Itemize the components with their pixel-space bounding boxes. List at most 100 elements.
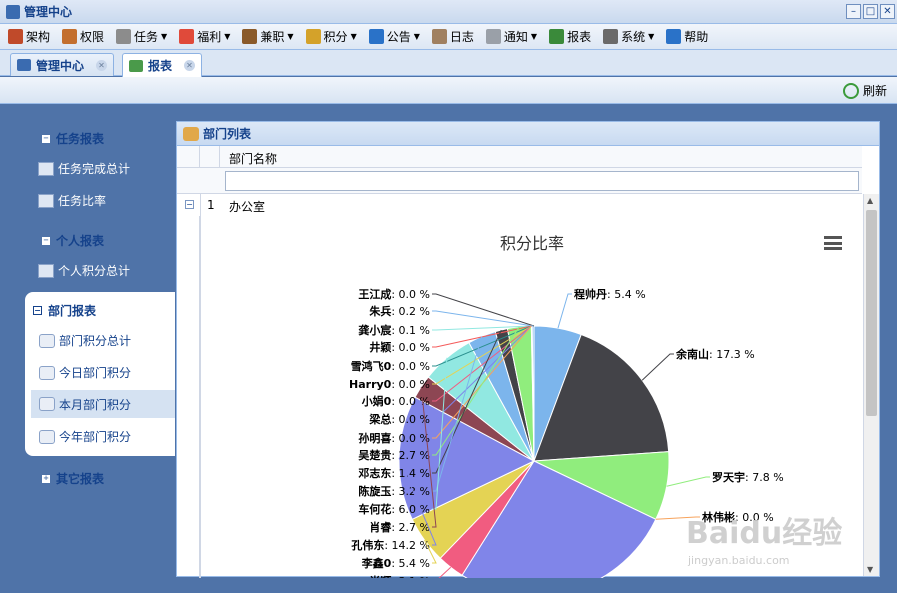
grid-filter-row — [177, 168, 862, 194]
menu-item-10[interactable]: 系统 ▼ — [603, 28, 654, 45]
vertical-scrollbar[interactable]: ▲ ▼ — [863, 194, 879, 576]
pie-data-label: Harry0: 0.0 % — [349, 378, 430, 391]
menu-item-6[interactable]: 公告 ▼ — [368, 28, 420, 45]
pie-data-label: 龚小宸: 0.1 % — [358, 323, 430, 337]
menu-icon — [62, 29, 78, 44]
chevron-down-icon: ▼ — [161, 32, 168, 41]
scrollbar-thumb[interactable] — [866, 210, 877, 416]
pie-data-label: 李鑫0: 5.4 % — [361, 556, 430, 570]
app-logo-icon — [6, 4, 20, 19]
pie-connector-line — [438, 566, 452, 578]
refresh-button[interactable]: 刷新 — [842, 82, 887, 99]
pie-data-label: 车何花: 6.0 % — [358, 502, 430, 516]
tab-close-icon[interactable]: ✕ — [184, 60, 196, 71]
scroll-up-icon[interactable]: ▲ — [867, 196, 873, 205]
tab-management-center[interactable]: 管理中心 ✕ — [10, 53, 115, 76]
main-menubar: 架构 权限 任务 ▼ 福利 ▼ 兼职 ▼ 积分 ▼ 公告 ▼ 日志 通知 ▼ 报表 系统 ▼ 帮助 — [0, 24, 897, 50]
maximize-button[interactable]: □ — [863, 4, 878, 19]
menu-label: 权限 — [80, 30, 105, 44]
grid-gutter — [177, 216, 200, 578]
menu-icon — [179, 29, 195, 44]
window-titlebar: 管理中心 – □ ✕ — [0, 0, 897, 24]
pie-data-label: 井颖: 0.0 % — [369, 340, 430, 354]
menu-label: 兼职 — [260, 30, 285, 44]
menu-label: 帮助 — [684, 30, 709, 44]
tab-label: 报表 — [148, 59, 173, 73]
menu-item-8[interactable]: 通知 ▼ — [485, 28, 537, 45]
user-icon — [38, 263, 54, 278]
column-header-dept-name[interactable]: 部门名称 — [229, 150, 277, 167]
dept-name-filter-input[interactable] — [225, 171, 859, 191]
pie-data-label: 朱兵: 0.2 % — [368, 304, 430, 318]
collapse-icon: − — [42, 134, 50, 143]
close-button[interactable]: ✕ — [880, 4, 895, 19]
refresh-icon — [842, 82, 859, 99]
baidu-watermark-url: jingyan.baidu.com — [688, 554, 790, 567]
pie-data-label: 陈旋玉: 3.2 % — [358, 484, 430, 498]
menu-item-2[interactable]: 任务 ▼ — [116, 28, 167, 45]
sidebar-section-personal[interactable]: − 个人报表 — [42, 232, 104, 249]
menu-item-3[interactable]: 福利 ▼ — [179, 28, 230, 45]
tab-label: 管理中心 — [36, 58, 85, 73]
menu-icon — [549, 29, 565, 44]
menu-label: 日志 — [449, 30, 474, 44]
chart-menu-icon[interactable] — [824, 236, 842, 250]
users-icon — [39, 397, 55, 411]
expand-icon: + — [42, 474, 50, 483]
window-icon — [38, 193, 54, 208]
chevron-down-icon: ▼ — [224, 32, 231, 41]
sidebar-item-dept-total[interactable]: 部门积分总计 — [39, 332, 169, 349]
menu-item-11[interactable]: 帮助 — [666, 28, 708, 45]
menu-item-5[interactable]: 积分 ▼ — [305, 28, 357, 45]
menu-label: 公告 — [386, 30, 411, 44]
chevron-down-icon: ▼ — [350, 32, 357, 41]
menu-item-7[interactable]: 日志 — [431, 28, 474, 45]
row-dept-name: 办公室 — [229, 200, 266, 214]
menu-item-9[interactable]: 报表 — [549, 28, 591, 45]
chevron-down-icon: ▼ — [413, 32, 420, 41]
sidebar-item-dept-today[interactable]: 今日部门积分 — [39, 364, 169, 381]
sidebar-item-dept-year[interactable]: 今年部门积分 — [39, 428, 169, 445]
sidebar-section-task[interactable]: − 任务报表 — [42, 130, 104, 147]
menu-label: 系统 — [621, 30, 646, 44]
sidebar-item-personal-total[interactable]: 个人积分总计 — [38, 262, 130, 279]
pie-data-label: 小娟0: 0.0 % — [361, 394, 430, 408]
pie-connector-line — [557, 293, 572, 329]
panel-header: 部门列表 — [177, 122, 879, 146]
pie-data-label: 余南山: 17.3 % — [675, 347, 755, 361]
sidebar-item-task-total[interactable]: 任务完成总计 — [38, 160, 130, 177]
pie-data-label: 邓志东: 1.4 % — [358, 466, 430, 480]
row-collapse-icon[interactable]: − — [185, 200, 194, 209]
menu-item-4[interactable]: 兼职 ▼ — [242, 28, 294, 45]
menu-item-0[interactable]: 架构 — [8, 28, 50, 45]
menu-icon — [666, 29, 682, 44]
sidebar-item-dept-month[interactable]: 本月部门积分 — [31, 390, 175, 418]
users-icon — [39, 429, 55, 444]
tab-close-icon[interactable]: ✕ — [96, 59, 108, 71]
menu-icon — [603, 29, 619, 44]
minimize-button[interactable]: – — [846, 4, 861, 19]
pie-data-label: 雪鸿飞0: 0.0 % — [351, 359, 430, 373]
pie-data-label: 吴楚贵: 2.7 % — [358, 448, 430, 462]
toolbar: 刷新 — [0, 77, 897, 104]
sidebar-section-dept[interactable]: − 部门报表 — [33, 302, 96, 319]
menu-icon — [368, 29, 384, 44]
sidebar-section-other[interactable]: + 其它报表 — [42, 470, 104, 487]
tab-reports[interactable]: 报表 ✕ — [122, 53, 203, 77]
department-icon — [183, 126, 199, 141]
menu-label: 架构 — [26, 30, 51, 44]
scroll-down-icon[interactable]: ▼ — [867, 565, 873, 574]
table-row[interactable]: − 1 办公室 — [177, 194, 862, 216]
pie-data-label: 罗天宇: 7.8 % — [712, 470, 784, 484]
menu-item-1[interactable]: 权限 — [62, 28, 104, 45]
pie-connector-line — [432, 293, 535, 327]
sidebar-item-task-ratio[interactable]: 任务比率 — [38, 192, 106, 209]
grid-gutter-line — [200, 194, 201, 578]
menu-label: 积分 — [323, 30, 348, 44]
pie-data-label: 肖睿: 2.7 % — [369, 520, 430, 534]
chevron-down-icon: ▼ — [287, 32, 294, 41]
baidu-watermark-logo: Baidu经验 — [686, 516, 843, 551]
menu-icon — [485, 29, 501, 44]
pie-connector-line — [666, 476, 710, 487]
collapse-icon: − — [33, 305, 42, 315]
